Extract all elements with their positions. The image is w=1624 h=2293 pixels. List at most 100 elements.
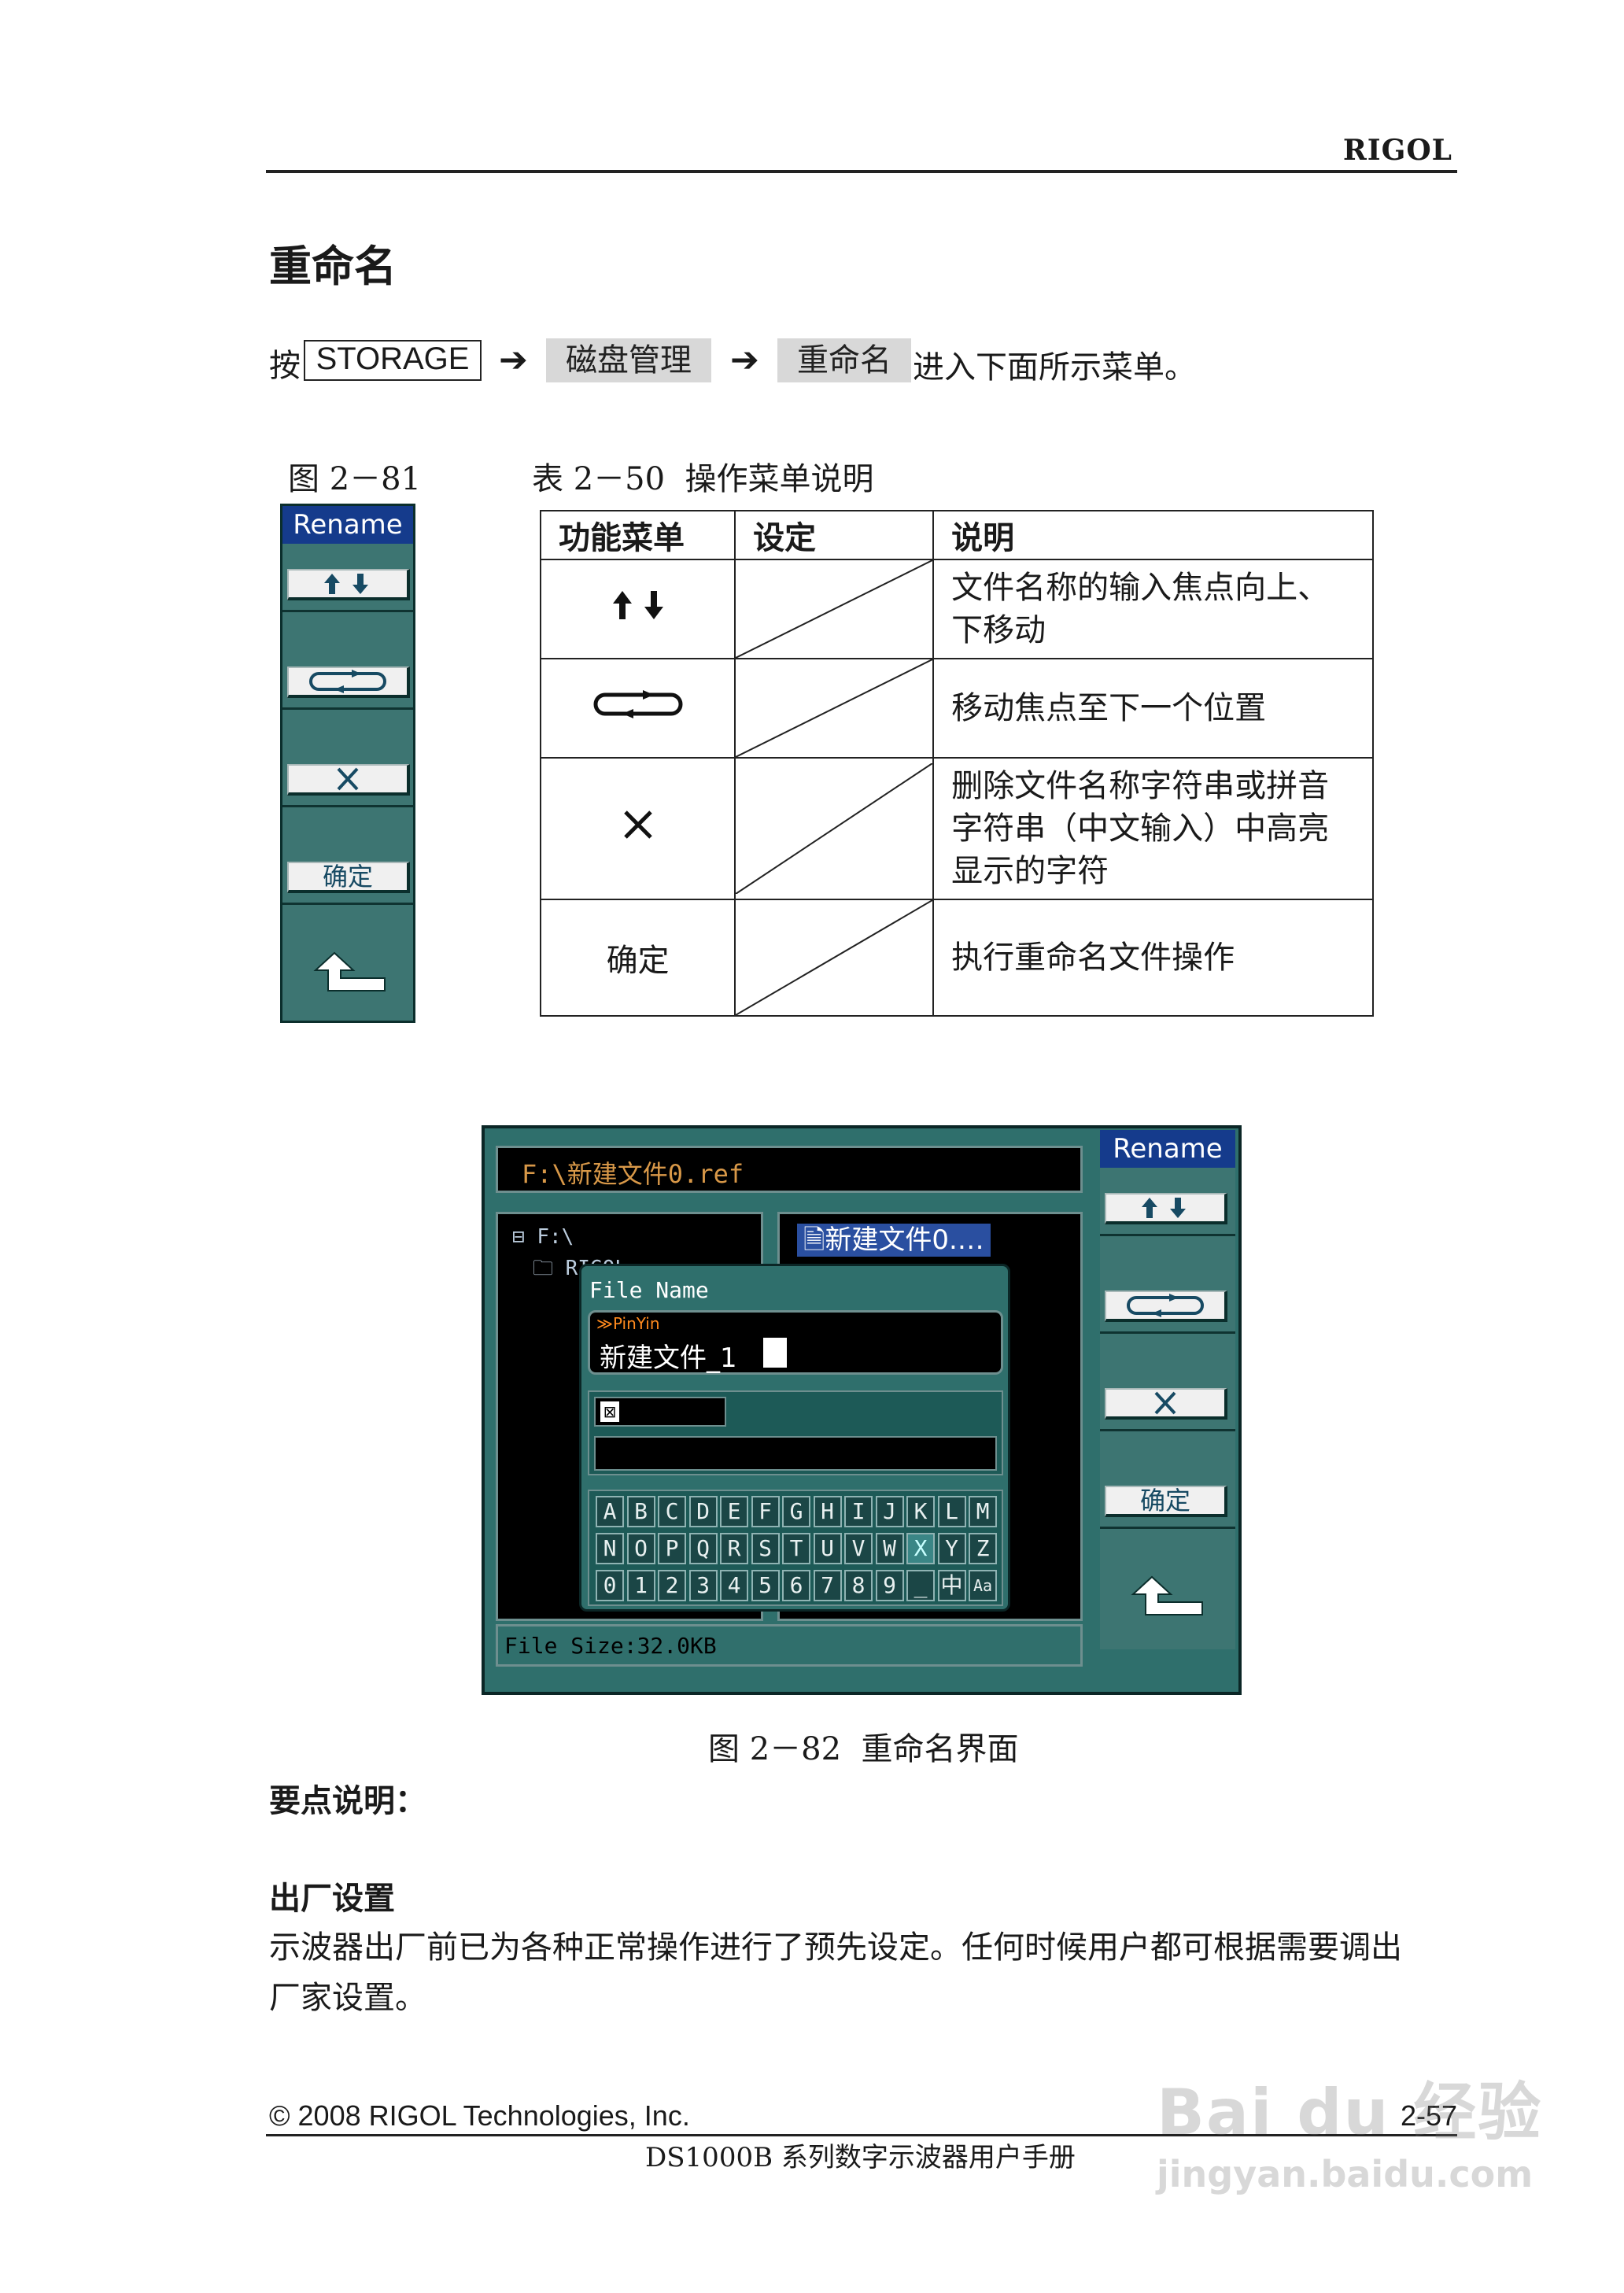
key-X[interactable]: X [906,1533,935,1564]
key-P[interactable]: P [658,1533,686,1564]
key-C[interactable]: C [658,1496,686,1527]
key-S[interactable]: S [751,1533,780,1564]
path-bar: F:\新建文件0.ref [496,1146,1083,1193]
key-8[interactable]: 8 [844,1570,873,1601]
table-50-caption: 表 2－50 操作菜单说明 [532,461,874,497]
key-6[interactable]: 6 [782,1570,810,1601]
key-F[interactable]: F [751,1496,780,1527]
pinyin-label: ≫PinYin [596,1314,660,1333]
candidate-list [594,1436,997,1471]
rename-menu-panel: Rename 确定 [280,504,415,1023]
brand-logo: RIGOL [1342,134,1452,167]
key-2[interactable]: 2 [658,1570,686,1601]
key-M[interactable]: M [969,1496,997,1527]
key-4[interactable]: 4 [720,1570,748,1601]
dialog-title: File Name [589,1277,709,1303]
up-down-arrows-icon [1142,1198,1186,1218]
return-icon[interactable] [1128,1574,1207,1621]
screen-rename-menu: Rename 确定 [1100,1130,1235,1649]
table-header-row: 功能菜单 设定 说明 [539,510,1374,560]
menu-title: Rename [282,506,413,544]
menu-title: Rename [1100,1130,1235,1168]
rename-screen: F:\新建文件0.ref ⊟ F:\ 🗀 R I G O L 🗎新建文件0.… File… [482,1125,1242,1695]
cycle-button[interactable] [1105,1291,1227,1322]
key-B[interactable]: B [626,1496,655,1527]
key-7[interactable]: 7 [813,1570,842,1601]
selected-file[interactable]: 🗎新建文件0.… [797,1224,991,1257]
return-icon[interactable] [311,950,389,997]
key-Aa[interactable]: Aa [969,1570,997,1601]
confirm-button[interactable]: 确定 [287,862,410,893]
up-down-arrows-icon [324,574,368,594]
func-cell [539,658,736,759]
delete-button[interactable] [1105,1388,1227,1420]
storage-key[interactable]: STORAGE [304,340,482,381]
key-中[interactable]: 中 [937,1570,966,1601]
key-0[interactable]: 0 [596,1570,624,1601]
cycle-icon [1127,1294,1204,1317]
key-Z[interactable]: Z [969,1533,997,1564]
desc-cell: 移动焦点至下一个位置 [932,658,1374,759]
footer-copyright: © 2008 RIGOL Technologies, Inc. [269,2099,690,2132]
cycle-icon [593,690,683,718]
key-U[interactable]: U [813,1533,842,1564]
baidu-watermark: Bai du 经验 jingyan.baidu.com [1157,2062,1542,2195]
key-R[interactable]: R [720,1533,748,1564]
key-Q[interactable]: Q [688,1533,718,1564]
notes-heading: 要点说明： [269,1782,426,1819]
arrow-icon: ➔ [730,340,759,380]
key-L[interactable]: L [937,1496,966,1527]
figure-82-caption: 图 2－82 重命名界面 [708,1731,1019,1767]
key-O[interactable]: O [626,1533,655,1564]
path-text: F:\新建文件0.ref [522,1159,744,1189]
key-V[interactable]: V [844,1533,873,1564]
key-5[interactable]: 5 [751,1570,780,1601]
rename-softkey[interactable]: 重命名 [777,338,911,382]
close-x-icon: ⊠ [600,1401,619,1422]
func-cell [539,757,736,900]
key-1[interactable]: 1 [626,1570,655,1601]
name-input-value: 新建文件_1 [600,1342,737,1374]
col-header-func: 功能菜单 [539,510,736,560]
notes-paragraph-line2: 厂家设置。 [269,1980,426,2016]
delete-button[interactable] [287,764,410,796]
key-I[interactable]: I [844,1496,873,1527]
up-down-arrows-icon [612,591,663,619]
file-icon: 🗎 [803,1224,825,1256]
desc-cell: 删除文件名称字符串或拼音 字符串（中文输入）中高亮 显示的字符 [932,757,1374,900]
cycle-button[interactable] [287,666,410,698]
file-size-text: File Size:32.0KB [504,1633,717,1659]
table-row: 文件名称的输入焦点向上、 下移动 [539,559,1374,659]
key-Y[interactable]: Y [937,1533,966,1564]
name-input-box[interactable]: ≫PinYin 新建文件_1 [588,1310,1003,1375]
tree-root[interactable]: ⊟ F:\ [512,1225,574,1249]
delete-x-icon [623,810,652,839]
key-J[interactable]: J [875,1496,904,1527]
disk-manage-softkey[interactable]: 磁盘管理 [546,338,711,382]
delete-x-icon [337,767,359,791]
key-E[interactable]: E [720,1496,748,1527]
figure-81-caption: 图 2－81 [288,461,422,497]
drive-icon: ⊟ [512,1225,537,1249]
key-T[interactable]: T [782,1533,810,1564]
key-N[interactable]: N [596,1533,624,1564]
key-K[interactable]: K [906,1496,935,1527]
candidate-box[interactable]: ⊠ [594,1397,726,1427]
pinyin-panel: ⊠ [588,1390,1003,1475]
key-D[interactable]: D [688,1496,718,1527]
confirm-button[interactable]: 确定 [1105,1486,1227,1517]
setting-cell [734,559,935,659]
up-down-button[interactable] [1105,1193,1227,1224]
col-header-desc: 说明 [932,510,1374,560]
key-H[interactable]: H [813,1496,842,1527]
header-rule [266,170,1457,173]
key-W[interactable]: W [875,1533,904,1564]
up-down-button[interactable] [287,569,410,600]
key-9[interactable]: 9 [875,1570,904,1601]
key-G[interactable]: G [782,1496,810,1527]
key-3[interactable]: 3 [688,1570,718,1601]
watermark-url: jingyan.baidu.com [1157,2153,1534,2195]
key-A[interactable]: A [596,1496,624,1527]
cycle-icon [309,670,386,693]
key-_[interactable]: _ [906,1570,935,1601]
